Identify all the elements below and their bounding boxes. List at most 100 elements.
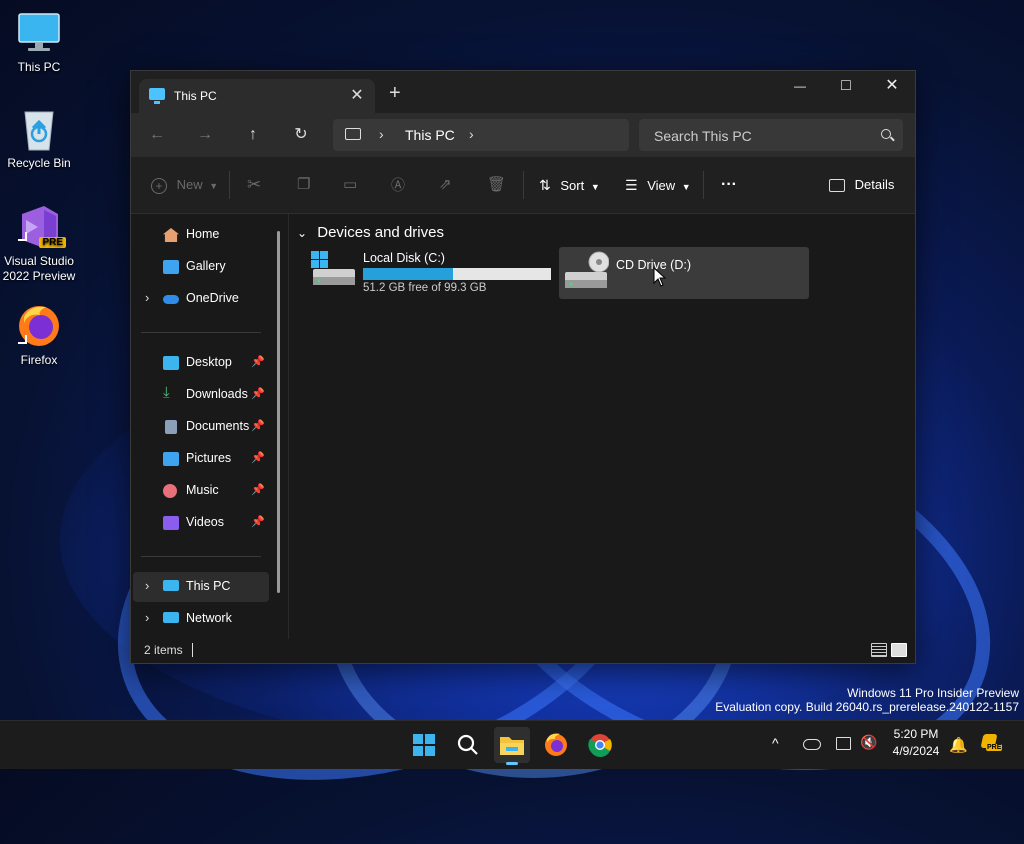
sidebar-item-music[interactable]: Music 📌 xyxy=(133,476,269,506)
taskbar-chrome[interactable] xyxy=(582,727,618,763)
drive-usage-bar xyxy=(363,268,551,280)
sidebar-item-label: Music xyxy=(186,483,219,497)
minimize-button[interactable]: — xyxy=(777,71,823,103)
breadcrumb-separator[interactable]: › xyxy=(379,126,384,142)
sort-button[interactable]: ⇅ Sort ▼ xyxy=(539,173,600,197)
sidebar-item-videos[interactable]: Videos 📌 xyxy=(133,508,269,538)
copy-icon[interactable]: ❐ xyxy=(297,173,310,197)
sidebar-item-onedrive[interactable]: › OneDrive xyxy=(133,284,269,314)
sidebar-divider xyxy=(141,556,261,557)
tab-close-button[interactable]: ✕ xyxy=(347,85,367,105)
sidebar-item-pictures[interactable]: Pictures 📌 xyxy=(133,444,269,474)
pictures-icon xyxy=(163,452,179,466)
details-button[interactable]: Details xyxy=(829,173,894,197)
back-button[interactable]: ← xyxy=(143,121,171,149)
sidebar-item-downloads[interactable]: ⤓ Downloads 📌 xyxy=(133,380,269,410)
search-box[interactable]: Search This PC xyxy=(639,119,903,151)
sidebar-item-documents[interactable]: Documents 📌 xyxy=(133,412,269,442)
hard-drive-icon xyxy=(311,251,355,287)
desktop-icon-this-pc[interactable]: This PC xyxy=(0,10,79,74)
group-header-devices[interactable]: ⌄ Devices and drives xyxy=(297,224,444,241)
toolbar-divider xyxy=(229,171,230,199)
gallery-icon xyxy=(163,260,179,274)
plus-circle-icon: + xyxy=(151,177,167,194)
tiles-view-icon[interactable] xyxy=(891,643,907,657)
desktop-icon-recycle-bin[interactable]: Recycle Bin xyxy=(0,106,79,170)
clock-time: 5:20 PM xyxy=(893,727,939,741)
desktop-icon-label: This PC xyxy=(17,60,61,74)
sidebar-item-label: Gallery xyxy=(186,259,226,273)
sidebar-item-gallery[interactable]: Gallery xyxy=(133,252,269,282)
volume-muted-icon[interactable]: 🔇 xyxy=(860,734,877,751)
drive-item-cd-drive[interactable]: CD Drive (D:) xyxy=(559,247,809,299)
sidebar-item-desktop[interactable]: Desktop 📌 xyxy=(133,348,269,378)
sidebar-item-label: Home xyxy=(186,227,220,241)
sort-button-label: Sort xyxy=(560,178,585,193)
chevron-right-icon[interactable]: › xyxy=(145,290,149,305)
clock[interactable]: 5:20 PM 4/9/2024 xyxy=(888,727,944,758)
desktop-icon-label: Firefox xyxy=(20,353,58,367)
taskbar-firefox[interactable] xyxy=(538,727,574,763)
recycle-bin-icon xyxy=(16,106,62,152)
onedrive-offline-icon[interactable] xyxy=(803,739,821,750)
close-button[interactable]: ✕ xyxy=(869,71,915,103)
visual-studio-icon: PRE xyxy=(16,204,66,250)
monitor-icon xyxy=(16,10,62,56)
pin-icon[interactable]: 📌 xyxy=(251,483,265,496)
view-button[interactable]: ☰ View ▼ xyxy=(625,173,691,197)
mouse-pointer-icon xyxy=(653,266,667,292)
details-view-icon[interactable] xyxy=(871,643,887,657)
delete-icon[interactable]: 🗑 xyxy=(487,173,506,197)
tray-overflow-button[interactable]: ^ xyxy=(772,735,779,751)
drive-item-local-disk[interactable]: Local Disk (C:) 51.2 GB free of 99.3 GB xyxy=(309,247,557,299)
chrome-icon xyxy=(588,734,612,757)
sidebar-item-this-pc[interactable]: › This PC xyxy=(133,572,269,602)
watermark-edition: Windows 11 Pro Insider Preview xyxy=(847,686,1019,700)
sidebar-item-label: Documents xyxy=(186,419,250,433)
pin-icon[interactable]: 📌 xyxy=(251,419,265,432)
refresh-button[interactable]: ↻ xyxy=(287,121,315,149)
breadcrumb-separator[interactable]: › xyxy=(469,126,474,142)
rename-icon[interactable]: Ⓐ xyxy=(391,173,405,197)
notification-bell-icon[interactable]: 🔔 xyxy=(949,736,968,754)
insider-preview-icon[interactable]: PRE xyxy=(980,732,1006,756)
sidebar-item-label: Pictures xyxy=(186,451,232,465)
tab-this-pc[interactable]: This PC ✕ xyxy=(139,79,375,113)
address-bar[interactable]: › This PC › xyxy=(333,119,629,151)
up-button[interactable]: ↑ xyxy=(239,121,267,149)
sidebar-item-home[interactable]: Home xyxy=(133,220,269,250)
sidebar-scrollbar[interactable] xyxy=(277,231,280,593)
search-icon xyxy=(881,129,891,139)
search-input[interactable]: Search This PC xyxy=(654,128,752,144)
forward-button[interactable]: → xyxy=(191,121,219,149)
share-icon[interactable]: ⇗ xyxy=(439,173,452,197)
desktop-icon-visual-studio[interactable]: PRE Visual Studio 2022 Preview xyxy=(0,204,79,284)
active-indicator xyxy=(506,762,518,765)
sidebar-item-network[interactable]: › Network xyxy=(133,604,269,634)
firefox-icon xyxy=(16,303,62,349)
see-more-button[interactable]: ··· xyxy=(721,173,737,197)
this-pc-icon xyxy=(163,580,179,591)
new-tab-button[interactable]: + xyxy=(389,83,401,103)
pin-icon[interactable]: 📌 xyxy=(251,451,265,464)
pin-icon[interactable]: 📌 xyxy=(251,387,265,400)
chevron-right-icon[interactable]: › xyxy=(145,578,149,593)
new-button[interactable]: + New ▼ xyxy=(151,173,218,197)
chevron-right-icon[interactable]: › xyxy=(145,610,149,625)
network-icon[interactable] xyxy=(836,737,851,750)
pin-icon[interactable]: 📌 xyxy=(251,355,265,368)
content-pane: ⌄ Devices and drives Local Disk (C:) 51.… xyxy=(289,214,915,639)
drive-usage-fill xyxy=(363,268,454,280)
group-title: Devices and drives xyxy=(317,224,444,241)
desktop-icon-firefox[interactable]: Firefox xyxy=(0,303,79,367)
breadcrumb-this-pc[interactable]: This PC xyxy=(405,127,455,143)
preview-badge: PRE xyxy=(39,237,66,248)
start-button[interactable] xyxy=(406,727,442,763)
taskbar-file-explorer[interactable] xyxy=(494,727,530,765)
pin-icon[interactable]: 📌 xyxy=(251,515,265,528)
file-explorer-window: This PC ✕ + — □ ✕ ← → ↑ ↻ › This PC › Se… xyxy=(130,70,916,664)
paste-icon[interactable]: ▭ xyxy=(343,173,357,197)
maximize-button[interactable]: □ xyxy=(823,71,869,103)
search-button[interactable] xyxy=(450,727,486,763)
cut-icon[interactable]: ✂ xyxy=(247,173,261,197)
